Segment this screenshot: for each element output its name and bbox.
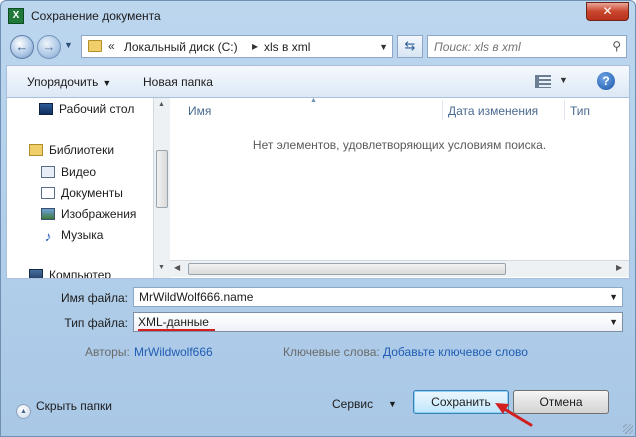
browser-pane: Рабочий стол Библиотеки Видео Документы … <box>6 97 630 279</box>
filetype-text: XML-данные <box>138 315 209 329</box>
organize-menu[interactable]: Упорядочить ▼ <box>27 75 111 89</box>
sidebar-item-video[interactable]: Видео <box>41 165 96 179</box>
chevron-down-icon: ▼ <box>102 78 112 88</box>
sidebar-item-label: Видео <box>61 165 97 179</box>
sidebar-item-label: Компьютер <box>49 268 112 278</box>
sidebar-item-desktop[interactable]: Рабочий стол <box>39 102 134 116</box>
save-dialog: X Сохранение документа ✕ ← → ▼ « Локальн… <box>0 0 636 437</box>
horizontal-scrollbar[interactable]: ◀ ▶ <box>170 260 629 277</box>
scroll-left-icon[interactable]: ◀ <box>174 263 180 272</box>
video-icon <box>41 166 55 178</box>
search-input[interactable] <box>432 38 597 55</box>
navigation-bar: ← → ▼ « Локальный диск (C:) ▸ xls в xml … <box>6 33 630 61</box>
address-dropdown-icon[interactable]: ▼ <box>379 42 388 52</box>
help-icon[interactable]: ? <box>597 72 615 90</box>
column-divider[interactable] <box>564 100 565 120</box>
keywords-label: Ключевые слова: <box>283 345 380 359</box>
breadcrumb-item[interactable]: xls в xml <box>264 40 310 54</box>
scroll-right-icon[interactable]: ▶ <box>616 263 622 272</box>
dialog-footer: ▲ Скрыть папки Сервис ▼ Сохранить Отмена <box>1 381 635 436</box>
excel-icon: X <box>8 8 24 24</box>
music-icon: ♪ <box>44 228 52 244</box>
red-arrow-annotation <box>495 403 533 427</box>
filetype-label: Тип файла: <box>64 316 128 330</box>
organize-label: Упорядочить <box>27 75 99 89</box>
desktop-icon <box>39 103 53 115</box>
sidebar-item-libraries[interactable]: Библиотеки <box>29 143 114 157</box>
keywords-link[interactable]: Добавьте ключевое слово <box>383 345 528 359</box>
chevron-down-icon[interactable]: ▼ <box>609 317 618 327</box>
address-bar[interactable]: « Локальный диск (C:) ▸ xls в xml ▼ <box>81 35 393 58</box>
search-icon: ⚲ <box>612 39 621 53</box>
scrollbar-thumb[interactable] <box>156 150 168 208</box>
column-header-type[interactable]: Тип <box>570 104 590 118</box>
filetype-value: XML-данные <box>138 315 209 329</box>
back-button[interactable]: ← <box>10 35 34 59</box>
authors-link[interactable]: MrWildwolf666 <box>134 345 213 359</box>
column-divider[interactable] <box>442 100 443 120</box>
computer-icon <box>29 269 43 278</box>
authors-label: Авторы: <box>85 345 130 359</box>
chevron-down-icon[interactable]: ▼ <box>388 399 397 409</box>
breadcrumb-item[interactable]: Локальный диск (C:) <box>124 40 238 54</box>
empty-results-message: Нет элементов, удовлетворяющих условиям … <box>252 138 547 152</box>
column-header-date[interactable]: Дата изменения <box>448 104 538 118</box>
view-dropdown-icon[interactable]: ▼ <box>559 75 568 85</box>
scroll-up-icon[interactable]: ▲ <box>158 101 165 108</box>
sidebar-item-label: Музыка <box>61 228 104 242</box>
refresh-button[interactable]: ⇆ <box>397 35 423 58</box>
hide-folders-label: Скрыть папки <box>36 399 112 413</box>
new-folder-button[interactable]: Новая папка <box>143 75 213 89</box>
documents-icon <box>41 187 55 199</box>
red-underline-annotation <box>138 329 215 331</box>
pictures-icon <box>41 208 55 220</box>
sort-indicator-icon: ▲ <box>310 97 317 104</box>
view-options-icon[interactable] <box>535 75 551 88</box>
hide-folders-button[interactable]: ▲ Скрыть папки <box>16 399 112 419</box>
title-bar: X Сохранение документа ✕ <box>1 1 635 31</box>
sidebar-item-music[interactable]: ♪ Музыка <box>41 228 104 244</box>
sidebar-item-label: Библиотеки <box>49 143 115 157</box>
window-title: Сохранение документа <box>31 9 161 23</box>
close-button[interactable]: ✕ <box>586 2 629 21</box>
breadcrumb-separator[interactable]: ▸ <box>252 39 258 53</box>
sidebar-item-pictures[interactable]: Изображения <box>41 207 136 221</box>
sidebar-item-label: Рабочий стол <box>59 102 135 116</box>
collapse-up-icon: ▲ <box>16 404 31 419</box>
filename-field[interactable]: ▼ <box>133 287 623 307</box>
recent-pages-dropdown[interactable]: ▼ <box>64 40 73 50</box>
folder-icon <box>88 40 102 52</box>
sidebar-item-documents[interactable]: Документы <box>41 186 123 200</box>
forward-button[interactable]: → <box>37 35 61 59</box>
save-options: Имя файла: ▼ Тип файла: XML-данные ▼ Авт… <box>6 281 630 371</box>
libraries-icon <box>29 144 43 156</box>
sidebar-item-label: Документы <box>61 186 123 200</box>
service-menu[interactable]: Сервис <box>332 397 373 411</box>
resize-grip[interactable] <box>623 424 633 434</box>
breadcrumb-overflow[interactable]: « <box>108 39 115 53</box>
chevron-down-icon[interactable]: ▼ <box>609 292 618 302</box>
scroll-down-icon[interactable]: ▼ <box>158 264 165 271</box>
navigation-scrollbar[interactable]: ▲ ▼ <box>153 98 170 278</box>
file-list: ▲ Имя Дата изменения Тип Нет элементов, … <box>170 97 629 278</box>
command-bar: Упорядочить ▼ Новая папка ▼ ? <box>6 65 630 97</box>
search-box[interactable]: ⚲ <box>427 35 627 58</box>
sidebar-item-computer[interactable]: Компьютер <box>29 268 111 278</box>
scrollbar-thumb[interactable] <box>188 263 506 275</box>
filetype-select[interactable]: XML-данные ▼ <box>133 312 623 332</box>
filename-input[interactable] <box>137 289 597 305</box>
column-header-name[interactable]: Имя <box>188 104 211 118</box>
navigation-pane: Рабочий стол Библиотеки Видео Документы … <box>7 98 153 278</box>
filename-label: Имя файла: <box>61 291 128 305</box>
sidebar-item-label: Изображения <box>61 207 137 221</box>
